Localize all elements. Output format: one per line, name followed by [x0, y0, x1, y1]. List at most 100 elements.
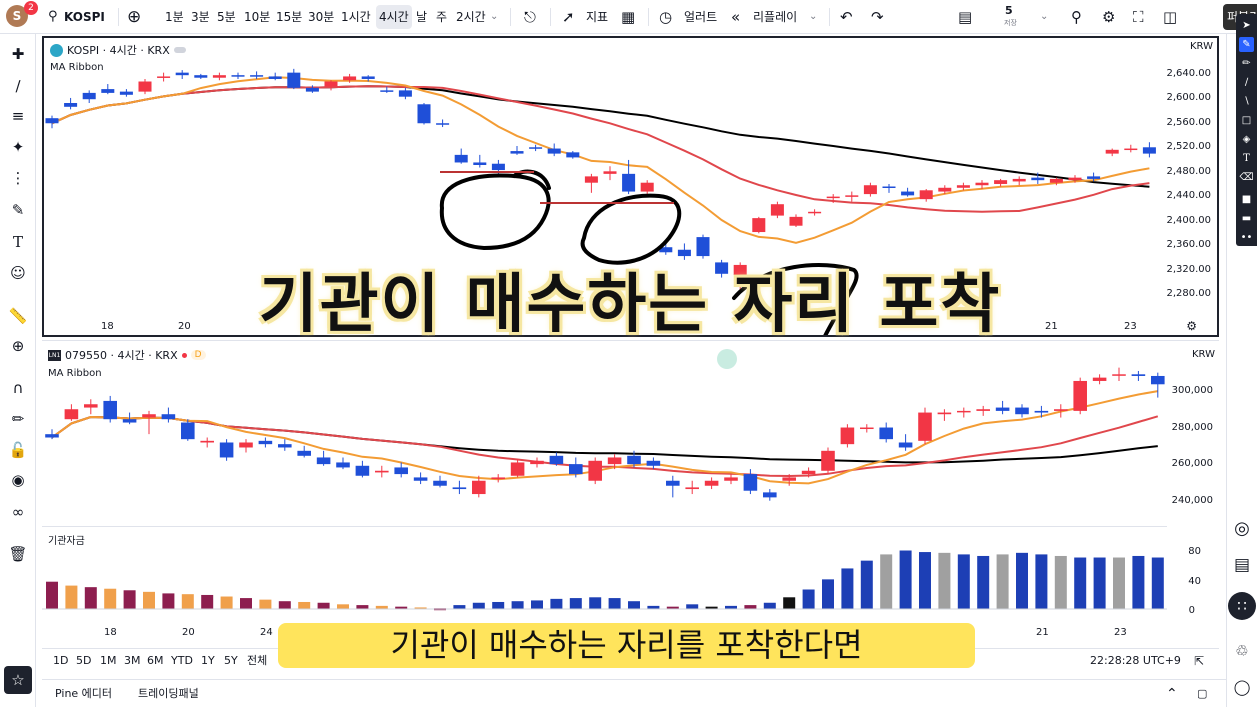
crosshair-icon[interactable]: ✚ [6, 42, 30, 66]
layout-icon[interactable]: ▤ [958, 0, 972, 34]
symbol-search[interactable]: KOSPI [64, 0, 105, 34]
interval-5m[interactable]: 5분 [217, 0, 236, 34]
alert-icon[interactable]: ◷ [659, 0, 672, 34]
indicators-icon[interactable]: ➚ [562, 0, 575, 34]
chevron-down-icon[interactable]: ⌄ [1040, 0, 1048, 34]
white-color-icon[interactable]: ▬ [1239, 211, 1254, 226]
magnet-icon[interactable]: ∩ [6, 376, 30, 400]
more-icon[interactable]: •• [1239, 230, 1254, 245]
settings-gear-icon[interactable]: ⚙ [1186, 319, 1197, 333]
signal-icon[interactable]: ♲ [1229, 638, 1255, 664]
candles-icon[interactable]: ⎋ [524, 0, 536, 34]
replay-button[interactable]: 리플레이 [753, 0, 797, 34]
pine-editor-tab[interactable]: Pine 에디터 [55, 680, 112, 707]
currency-label[interactable]: KRW [1190, 41, 1213, 52]
chevron-up-icon[interactable]: ⌃ [1166, 680, 1178, 707]
interval-week[interactable]: 주 [436, 0, 447, 34]
marker-icon[interactable]: ✏ [1239, 56, 1254, 71]
fit-range-icon[interactable]: ⇱ [1194, 649, 1204, 677]
chevron-down-icon[interactable]: ⌄ [809, 0, 817, 34]
trash-icon[interactable]: 🗑 [6, 542, 30, 566]
calendar-icon[interactable]: ▤ [1229, 552, 1255, 578]
search-icon[interactable]: ⚲ [48, 0, 58, 34]
maximize-icon[interactable]: ▢ [1197, 680, 1207, 707]
horizontal-lines-icon[interactable]: ≡ [6, 104, 30, 128]
range-ytd[interactable]: YTD [171, 649, 193, 677]
brush-icon[interactable]: ✎ [6, 198, 30, 222]
text-tool-icon[interactable]: T [6, 230, 30, 254]
fund-bar [822, 579, 834, 609]
price-label: 2,400.00 [1166, 215, 1211, 226]
interval-15m[interactable]: 15분 [276, 0, 302, 34]
zoom-in-icon[interactable]: ⊕ [6, 334, 30, 358]
quick-search-icon[interactable]: ⚲ [1071, 0, 1082, 34]
redo-icon[interactable]: ↷ [871, 0, 884, 34]
pencil-lock-icon[interactable]: ✏ [6, 407, 30, 431]
range-6m[interactable]: 6M [147, 649, 164, 677]
stock-price-axis[interactable]: KRW 300,000 280,000 260,000 240,000 80 4… [1167, 341, 1219, 645]
interval-2h[interactable]: 2시간 [456, 0, 486, 34]
apps-icon[interactable]: ∷ [1228, 592, 1256, 620]
palette-icon[interactable]: ◈ [1239, 132, 1254, 147]
target-icon[interactable]: ◎ [1229, 516, 1255, 542]
trading-panel-tab[interactable]: 트레이딩패널 [138, 680, 199, 707]
favorites-star-icon[interactable]: ☆ [4, 666, 32, 694]
candle-body [1015, 407, 1029, 415]
indicators-button[interactable]: 지표 [586, 0, 608, 34]
rectangle-icon[interactable]: □ [1239, 113, 1254, 128]
eraser-icon[interactable]: ⌫ [1239, 170, 1254, 185]
pen-icon[interactable]: ✎ [1239, 37, 1254, 52]
interval-1h[interactable]: 1시간 [341, 0, 371, 34]
chevron-down-icon[interactable]: ⌄ [490, 0, 498, 34]
add-symbol-icon[interactable]: ⊕ [127, 0, 141, 34]
clock[interactable]: 22:28:28 UTC+9 [1090, 649, 1181, 677]
alert-button[interactable]: 얼러트 [684, 0, 717, 34]
stock-chart-pane[interactable]: LN1 079550 · 4시간 · KRX D MA Ribbon 기관자금 … [42, 340, 1219, 645]
range-5d[interactable]: 5D [76, 649, 91, 677]
range-1m[interactable]: 1M [100, 649, 117, 677]
line-icon[interactable]: ∕ [1239, 75, 1254, 90]
settings-icon[interactable]: ⚙ [1102, 0, 1115, 34]
brush-icon[interactable]: ∖ [1239, 94, 1254, 109]
interval-10m[interactable]: 10분 [244, 0, 270, 34]
interval-30m[interactable]: 30분 [308, 0, 334, 34]
range-5y[interactable]: 5Y [224, 649, 238, 677]
eye-icon[interactable]: ◉ [6, 468, 30, 492]
text-icon[interactable]: T [1239, 151, 1254, 166]
black-color-icon[interactable]: ■ [1239, 192, 1254, 207]
candle-body [677, 249, 691, 257]
sub-axis-label: 80 [1188, 546, 1201, 557]
interval-4h[interactable]: 4시간 [376, 5, 412, 29]
kospi-price-axis[interactable]: KRW 2,640.00 2,600.00 2,560.00 2,520.00 … [1165, 38, 1217, 335]
pane-separator[interactable] [42, 526, 1167, 527]
price-label: 260,000 [1171, 458, 1213, 469]
undo-icon[interactable]: ↶ [840, 0, 853, 34]
trend-line-icon[interactable]: ∕ [6, 74, 30, 98]
range-1d[interactable]: 1D [53, 649, 68, 677]
ruler-icon[interactable]: 📏 [6, 304, 30, 328]
templates-icon[interactable]: ▦ [621, 0, 635, 34]
interval-1m[interactable]: 1분 [165, 0, 184, 34]
stock-plot[interactable] [42, 341, 1167, 646]
interval-day[interactable]: 날 [416, 0, 427, 34]
currency-label[interactable]: KRW [1192, 349, 1215, 360]
date-label: 21 [1036, 627, 1049, 638]
institution-fund-label[interactable]: 기관자금 [48, 532, 85, 547]
cursor-arrow-icon[interactable]: ➤ [1239, 18, 1254, 33]
range-1y[interactable]: 1Y [201, 649, 215, 677]
range-all[interactable]: 전체 [247, 649, 267, 677]
pattern-icon[interactable]: ✦ [6, 135, 30, 159]
lock-icon[interactable]: 🔓 [6, 438, 30, 462]
replay-icon[interactable]: « [731, 0, 740, 34]
link-icon[interactable]: ∞ [6, 500, 30, 524]
candle-body [1049, 178, 1063, 183]
emoji-icon[interactable]: ☺ [6, 261, 30, 285]
help-icon[interactable]: ◯ [1229, 674, 1255, 700]
camera-icon[interactable]: ◫ [1163, 0, 1177, 34]
projection-icon[interactable]: ⋮ [6, 166, 30, 190]
candle-body [157, 76, 171, 78]
fullscreen-icon[interactable]: ⛶ [1133, 0, 1144, 34]
interval-3m[interactable]: 3분 [191, 0, 210, 34]
range-3m[interactable]: 3M [124, 649, 141, 677]
price-label: 2,480.00 [1166, 166, 1211, 177]
